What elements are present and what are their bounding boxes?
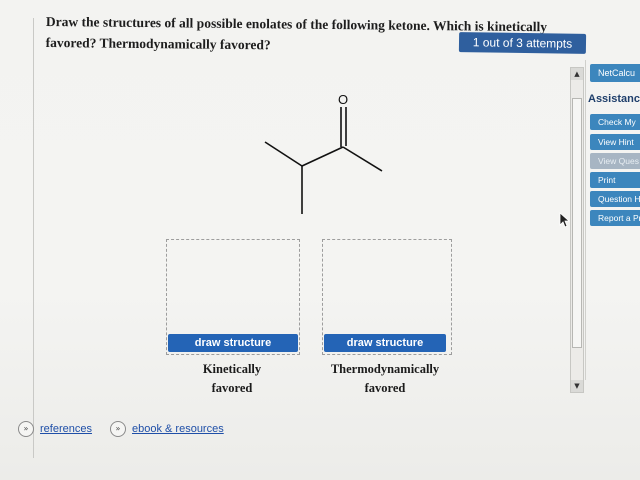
mouse-pointer-icon — [559, 212, 571, 228]
expand-chevron-icon: » — [18, 421, 34, 437]
assistance-heading: Assistance — [588, 93, 640, 105]
content-border — [33, 18, 34, 458]
thermodynamic-caption-line-1: Thermodynamically — [330, 362, 440, 376]
thermodynamic-caption-line-2: favored — [364, 381, 406, 395]
references-label: references — [40, 423, 92, 435]
assignment-page: Draw the structures of all possible enol… — [0, 0, 640, 480]
view-hint-button[interactable]: View Hint — [590, 134, 640, 150]
kinetic-caption: Kinetically favored — [157, 360, 307, 398]
oxygen-label: O — [338, 92, 348, 107]
ebook-resources-link[interactable]: » ebook & resources — [110, 421, 224, 437]
ketone-structure: O — [264, 92, 383, 214]
scroll-up-arrow-icon[interactable]: ▲ — [571, 68, 583, 80]
draw-structure-button-kinetic[interactable]: draw structure — [168, 334, 298, 352]
scroll-down-arrow-icon[interactable]: ▼ — [571, 380, 583, 392]
attempts-badge: 1 out of 3 attempts — [458, 32, 587, 54]
ebook-resources-label: ebook & resources — [132, 423, 224, 435]
thermodynamic-caption: Thermodynamically favored — [310, 360, 460, 398]
bond-c1-c2 — [264, 141, 303, 167]
vertical-scrollbar[interactable]: ▲ ▼ — [570, 67, 584, 393]
kinetic-caption-line-1: Kinetically — [202, 362, 262, 376]
references-link[interactable]: » references — [18, 421, 92, 437]
sidebar-divider — [585, 60, 586, 380]
draw-structure-button-thermodynamic[interactable]: draw structure — [324, 334, 446, 352]
netcalculator-button[interactable]: NetCalcu — [590, 64, 640, 82]
report-a-problem-button[interactable]: Report a Pr — [590, 210, 640, 226]
check-my-work-button[interactable]: Check My — [590, 114, 640, 130]
expand-chevron-icon: » — [110, 421, 126, 437]
kinetic-caption-line-2: favored — [211, 381, 253, 395]
view-question-button[interactable]: View Ques — [590, 153, 640, 169]
question-help-button[interactable]: Question H — [590, 191, 640, 207]
print-button[interactable]: Print — [590, 172, 640, 188]
scrollbar-thumb[interactable] — [572, 98, 582, 348]
bond-c3-c4 — [342, 146, 383, 172]
bond-c2-c3 — [301, 146, 344, 167]
